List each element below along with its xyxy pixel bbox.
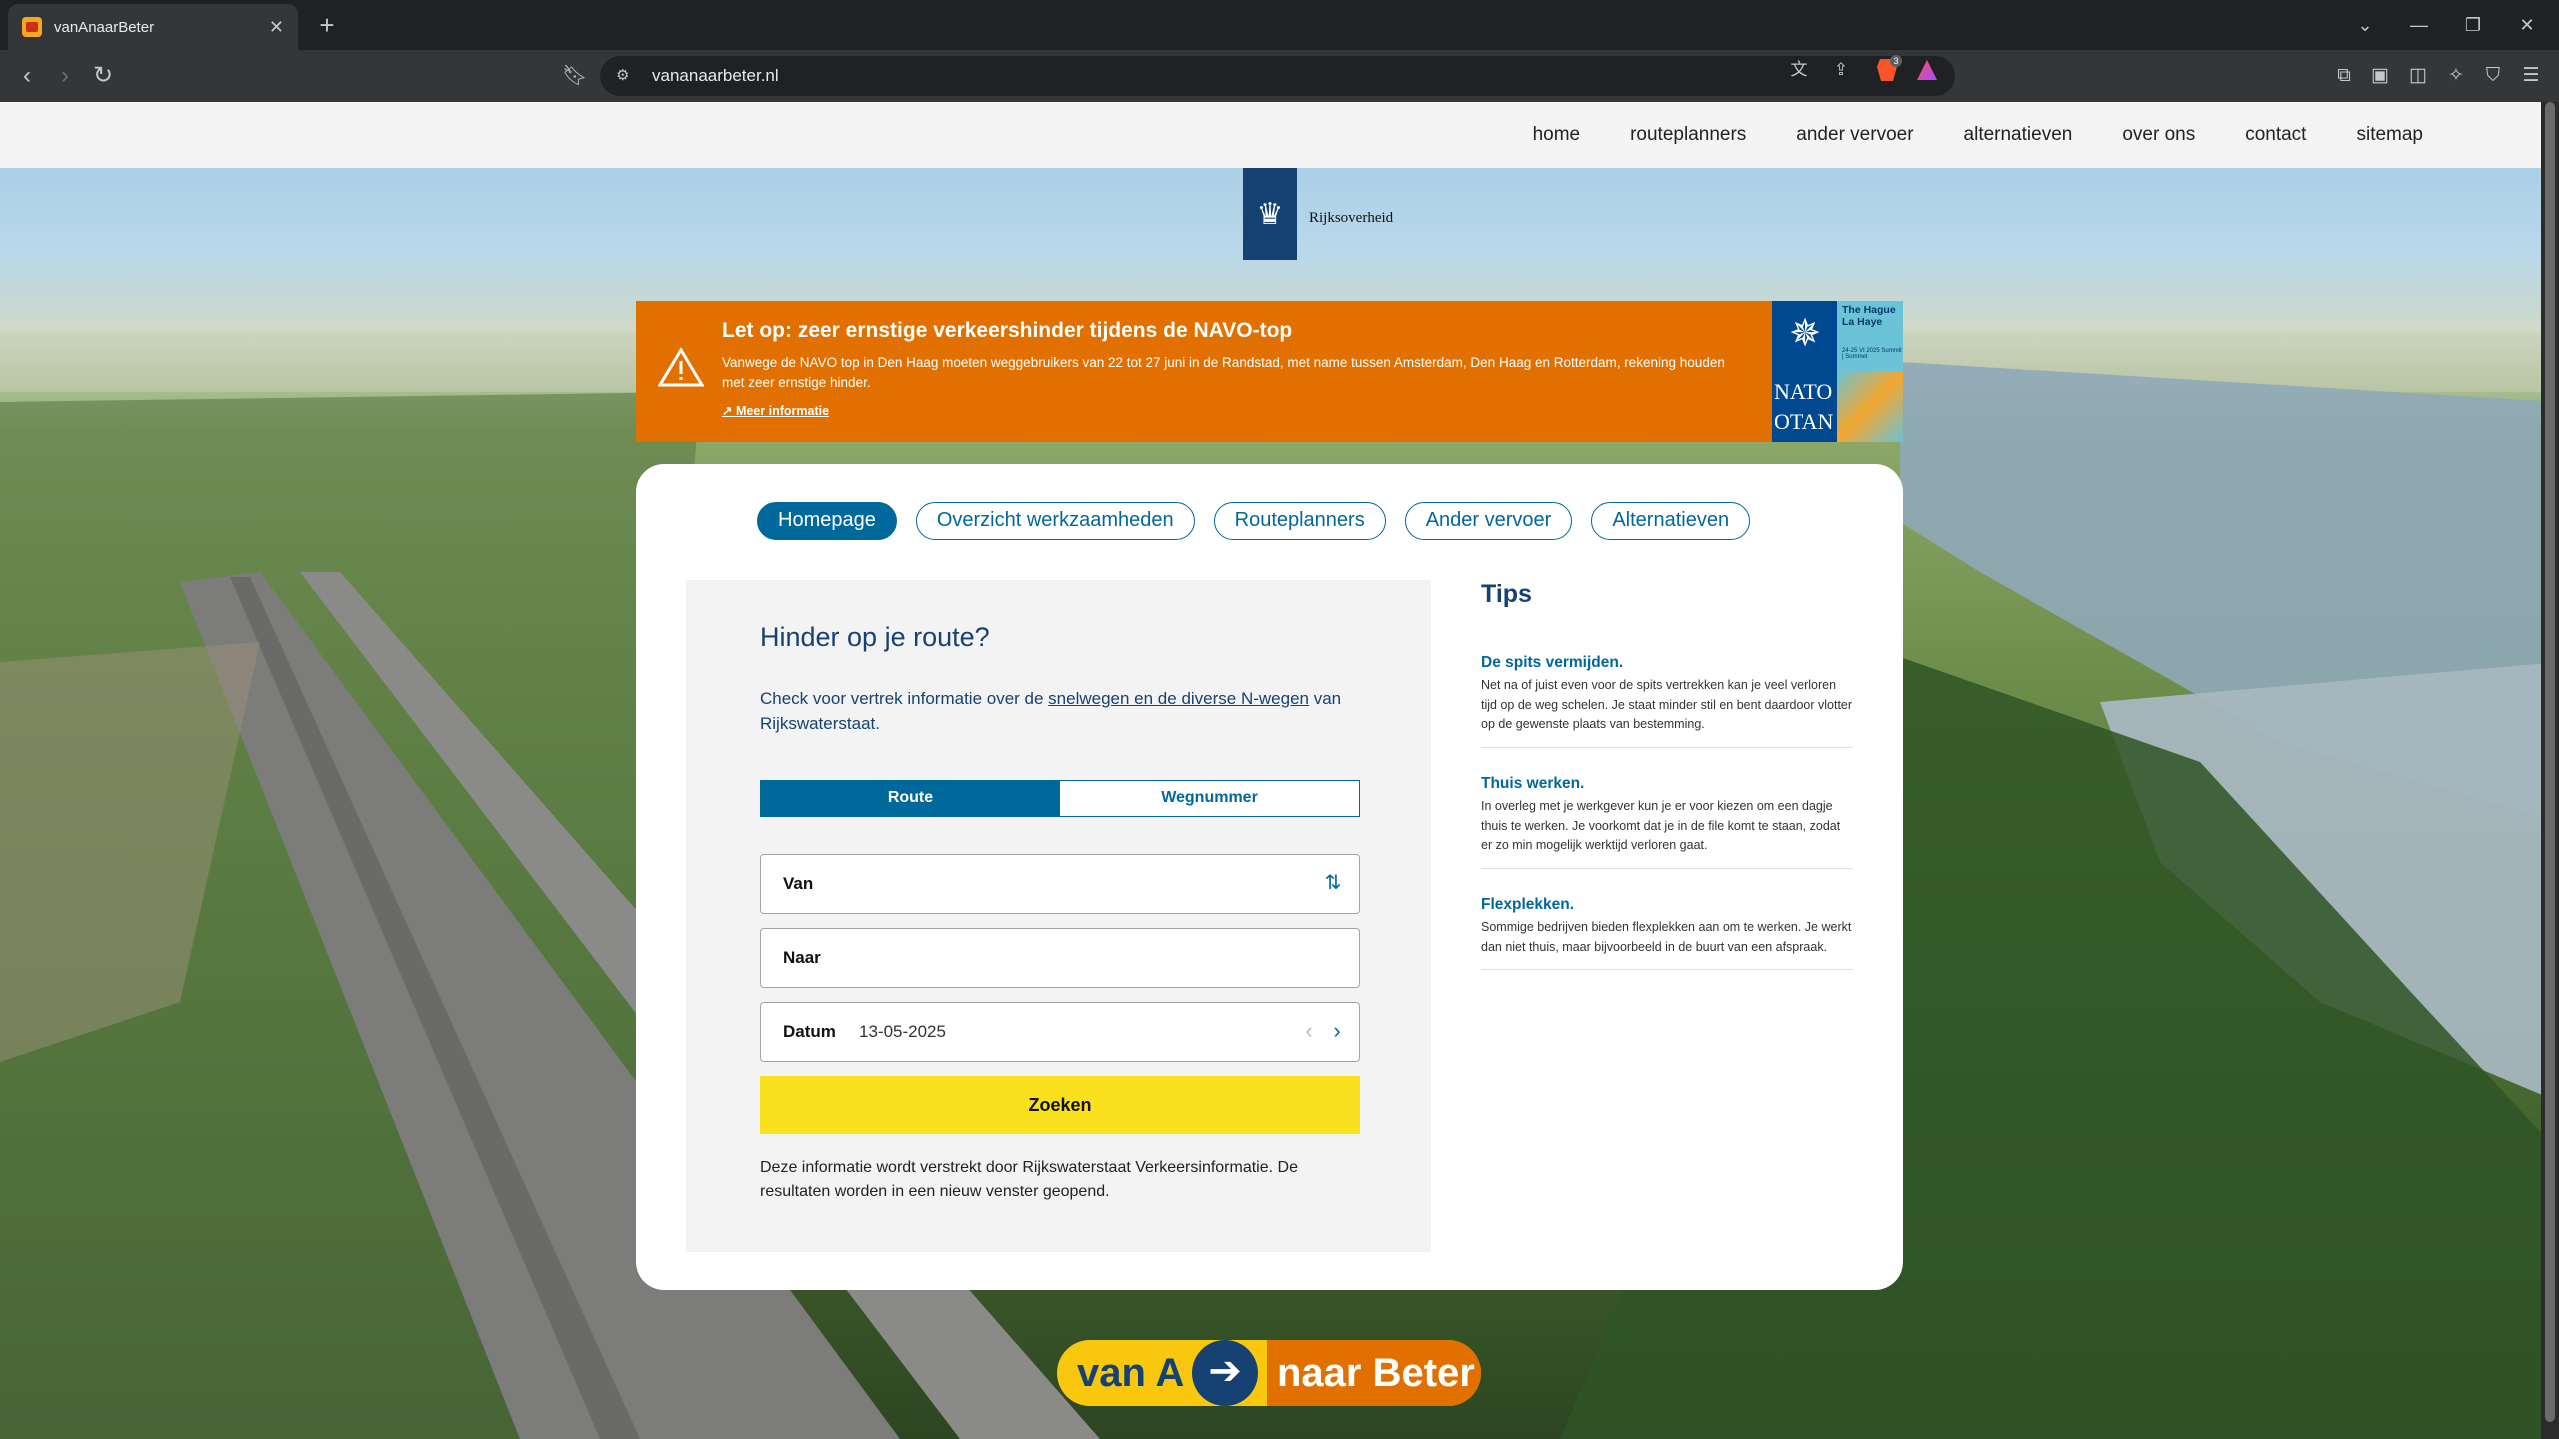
tab-overzicht-werkzaamheden[interactable]: Overzicht werkzaamheden bbox=[915, 502, 1195, 540]
browser-toolbar: ‹ › ↻ 🔖︎ ⚙ vananaarbeter.nl 文 ⇪ 3 ⧉ ▣ ◫ … bbox=[0, 50, 2559, 102]
search-mode-toggle: Route Wegnummer bbox=[760, 780, 1360, 817]
tip-text: Sommige bedrijven bieden flexplekken aan… bbox=[1481, 920, 1852, 954]
nav-alternatieven[interactable]: alternatieven bbox=[1964, 102, 2073, 168]
warning-icon bbox=[658, 347, 704, 387]
previous-day-icon[interactable]: ‹ bbox=[1299, 1019, 1319, 1043]
close-window-button[interactable]: ✕ bbox=[2499, 0, 2555, 50]
tip-item: Flexplekken. Sommige bedrijven bieden fl… bbox=[1481, 896, 1853, 970]
route-toggle-button[interactable]: Route bbox=[761, 781, 1060, 816]
badge-dates: 24-25 VI 2025 Summit | Sommet bbox=[1842, 348, 1902, 360]
wallet-icon[interactable]: ◫ bbox=[2404, 62, 2432, 90]
sidebar-icon[interactable]: ▣ bbox=[2366, 62, 2394, 90]
brand-part-b: naar Beter bbox=[1267, 1340, 1481, 1406]
tip-item: Thuis werken. In overleg met je werkgeve… bbox=[1481, 775, 1853, 869]
tab-routeplanners[interactable]: Routeplanners bbox=[1213, 502, 1386, 540]
alert-more-info-link[interactable]: ↗ Meer informatie bbox=[722, 403, 829, 418]
back-icon[interactable]: ‹ bbox=[12, 61, 42, 91]
van-a-naar-beter-logo: van A ➔ naar Beter bbox=[1057, 1340, 1481, 1406]
tip-item: De spits vermijden. Net na of juist even… bbox=[1481, 654, 1853, 748]
extensions-icon[interactable]: ⧉ bbox=[2330, 62, 2358, 90]
wegnummer-toggle-button[interactable]: Wegnummer bbox=[1060, 781, 1359, 816]
shields-count-badge: 3 bbox=[1890, 55, 1902, 67]
vpn-icon[interactable]: ⛉ bbox=[2479, 62, 2507, 90]
badge-nato-otan: NATO OTAN bbox=[1774, 377, 1833, 437]
from-label: Van bbox=[783, 874, 814, 893]
brand-arrow-icon: ➔ bbox=[1192, 1340, 1258, 1406]
tips-title: Tips bbox=[1481, 580, 1532, 608]
url-text[interactable]: vananaarbeter.nl bbox=[652, 56, 779, 96]
main-card: Homepage Overzicht werkzaamheden Routepl… bbox=[636, 464, 1903, 1290]
date-value[interactable]: 13-05-2025 bbox=[859, 1003, 946, 1060]
alert-body: Vanwege de NAVO top in Den Haag moeten w… bbox=[722, 355, 1725, 390]
section-tabs: Homepage Overzicht werkzaamheden Routepl… bbox=[757, 502, 1769, 540]
page-scrollbar[interactable] bbox=[2541, 102, 2559, 1439]
scrollbar-thumb[interactable] bbox=[2545, 102, 2555, 1422]
restore-button[interactable]: ❐ bbox=[2445, 0, 2501, 50]
intro-prefix: Check voor vertrek informatie over de bbox=[760, 689, 1049, 708]
to-label: Naar bbox=[783, 948, 821, 967]
minimize-button[interactable]: — bbox=[2391, 0, 2447, 50]
next-day-icon[interactable]: › bbox=[1327, 1019, 1347, 1043]
from-field[interactable]: Van ⇅ bbox=[760, 854, 1360, 914]
share-icon[interactable]: ⇪ bbox=[1829, 58, 1853, 82]
nato-summit-badge: ✵ The Hague La Haye 24-25 VI 2025 Summit… bbox=[1772, 301, 1903, 442]
nav-home[interactable]: home bbox=[1533, 102, 1581, 168]
nav-over-ons[interactable]: over ons bbox=[2122, 102, 2195, 168]
search-button[interactable]: Zoeken bbox=[760, 1076, 1360, 1134]
alert-title: Let op: zeer ernstige verkeershinder tij… bbox=[722, 319, 1293, 342]
badge-nato: NATO bbox=[1774, 379, 1833, 404]
nav-routeplanners[interactable]: routeplanners bbox=[1630, 102, 1746, 168]
badge-city: The Hague La Haye bbox=[1842, 304, 1896, 328]
rijksoverheid-logo[interactable]: ♛ Rijksoverheid bbox=[1243, 168, 1403, 260]
navo-alert-banner: Let op: zeer ernstige verkeershinder tij… bbox=[636, 301, 1903, 442]
leo-ai-icon[interactable]: ✧ bbox=[2442, 62, 2470, 90]
snelwegen-link[interactable]: snelwegen en de diverse N-wegen bbox=[1048, 689, 1309, 708]
page-viewport: home routeplanners ander vervoer alterna… bbox=[0, 102, 2559, 1439]
menu-icon[interactable]: ☰ bbox=[2517, 62, 2545, 90]
tip-title[interactable]: De spits vermijden. bbox=[1481, 654, 1853, 672]
nav-sitemap[interactable]: sitemap bbox=[2356, 102, 2423, 168]
badge-otan: OTAN bbox=[1774, 409, 1834, 434]
route-hinder-form: Hinder op je route? Check voor vertrek i… bbox=[686, 580, 1431, 1252]
site-info-icon[interactable]: ⚙ bbox=[616, 66, 636, 86]
to-field[interactable]: Naar bbox=[760, 928, 1360, 988]
nato-star-icon: ✵ bbox=[1789, 313, 1821, 355]
tab-search-icon[interactable]: ⌄ bbox=[2337, 0, 2393, 50]
nav-contact[interactable]: contact bbox=[2245, 102, 2306, 168]
new-tab-button[interactable]: + bbox=[310, 8, 344, 42]
forward-icon[interactable]: › bbox=[50, 61, 80, 91]
form-disclaimer: Deze informatie wordt verstrekt door Rij… bbox=[760, 1159, 1298, 1200]
logo-bar: ♛ bbox=[1243, 168, 1297, 260]
site-favicon-icon bbox=[22, 17, 42, 37]
address-bar[interactable]: ⚙ vananaarbeter.nl bbox=[600, 56, 1955, 96]
browser-tab[interactable]: vanAnaarBeter ✕ bbox=[8, 4, 298, 50]
translate-icon[interactable]: 文 bbox=[1787, 58, 1811, 82]
tab-homepage[interactable]: Homepage bbox=[757, 502, 897, 540]
nav-ander-vervoer[interactable]: ander vervoer bbox=[1796, 102, 1913, 168]
form-intro: Check voor vertrek informatie over de sn… bbox=[760, 686, 1400, 736]
brand-part-a: van A bbox=[1077, 1351, 1185, 1395]
close-tab-icon[interactable]: ✕ bbox=[269, 17, 284, 38]
tip-text: In overleg met je werkgever kun je er vo… bbox=[1481, 799, 1841, 852]
tab-alternatieven[interactable]: Alternatieven bbox=[1591, 502, 1751, 540]
tab-ander-vervoer[interactable]: Ander vervoer bbox=[1404, 502, 1573, 540]
browser-tab-bar: vanAnaarBeter ✕ + ⌄ — ❐ ✕ bbox=[0, 0, 2559, 50]
bookmark-icon[interactable]: 🔖︎ bbox=[562, 63, 587, 89]
reload-icon[interactable]: ↻ bbox=[88, 61, 118, 91]
site-top-nav: home routeplanners ander vervoer alterna… bbox=[0, 102, 2541, 168]
crown-emblem-icon: ♛ bbox=[1256, 198, 1284, 231]
tip-title[interactable]: Flexplekken. bbox=[1481, 896, 1853, 914]
tip-title[interactable]: Thuis werken. bbox=[1481, 775, 1853, 793]
swap-direction-icon[interactable]: ⇅ bbox=[1321, 871, 1345, 895]
tab-title: vanAnaarBeter bbox=[54, 18, 155, 36]
date-field[interactable]: Datum 13-05-2025 ‹ › bbox=[760, 1002, 1360, 1062]
tip-text: Net na of juist even voor de spits vertr… bbox=[1481, 678, 1853, 731]
logo-name: Rijksoverheid bbox=[1309, 210, 1394, 226]
form-title: Hinder op je route? bbox=[760, 622, 990, 652]
date-label: Datum bbox=[783, 1022, 836, 1041]
